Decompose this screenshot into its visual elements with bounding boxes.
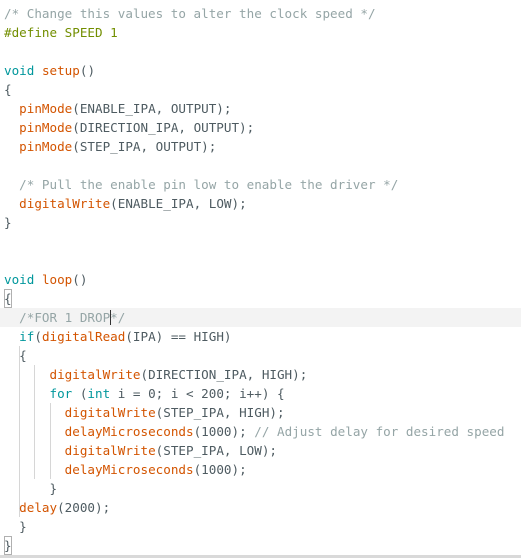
- code-token: (STEP_IPA, HIGH);: [155, 405, 285, 420]
- code-token: }: [4, 481, 58, 496]
- code-token: */: [110, 310, 126, 325]
- code-token: if: [19, 329, 35, 344]
- code-token: (1000);: [193, 424, 255, 439]
- code-line[interactable]: pinMode(ENABLE_IPA, OUTPUT);: [4, 99, 231, 118]
- code-editor[interactable]: /* Change this values to alter the clock…: [0, 0, 521, 558]
- code-line[interactable]: }: [4, 213, 12, 232]
- code-token: (: [72, 386, 88, 401]
- code-line[interactable]: digitalWrite(DIRECTION_IPA, HIGH);: [4, 365, 308, 384]
- code-token: (IPA) == HIGH): [125, 329, 232, 344]
- code-line[interactable]: }: [4, 517, 27, 536]
- code-line[interactable]: for (int i = 0; i < 200; i++) {: [4, 384, 285, 403]
- code-token: setup: [41, 63, 80, 78]
- code-token: digitalWrite: [19, 196, 111, 211]
- code-line[interactable]: void setup(): [4, 61, 95, 80]
- code-line[interactable]: delayMicroseconds(1000);: [4, 460, 247, 479]
- code-line[interactable]: {: [4, 346, 27, 365]
- code-line[interactable]: {: [4, 80, 12, 99]
- code-token: (): [72, 272, 88, 287]
- code-token: digitalWrite: [64, 443, 156, 458]
- code-token: digitalRead: [41, 329, 126, 344]
- matched-brace: {: [4, 289, 12, 308]
- code-token: (STEP_IPA, OUTPUT);: [72, 139, 217, 154]
- code-token: (STEP_IPA, LOW);: [155, 443, 277, 458]
- code-token: loop: [41, 272, 73, 287]
- code-line[interactable]: #define SPEED 1: [4, 23, 118, 42]
- code-line[interactable]: digitalWrite(STEP_IPA, LOW);: [4, 441, 277, 460]
- code-token: pinMode: [19, 139, 73, 154]
- code-line[interactable]: pinMode(DIRECTION_IPA, OUTPUT);: [4, 118, 254, 137]
- code-line[interactable]: }: [4, 536, 12, 555]
- code-token: // Adjust delay for desired speed: [254, 424, 505, 439]
- code-token: pinMode: [19, 120, 73, 135]
- code-line[interactable]: /*FOR 1 DROP*/: [4, 308, 125, 327]
- code-token: {: [4, 82, 12, 97]
- code-line[interactable]: /* Pull the enable pin low to enable the…: [4, 175, 398, 194]
- code-token: digitalWrite: [49, 367, 141, 382]
- code-token: int: [87, 386, 111, 401]
- code-token: }: [4, 519, 27, 534]
- code-line[interactable]: /* Change this values to alter the clock…: [4, 4, 376, 23]
- code-token: pinMode: [19, 101, 73, 116]
- matched-brace: }: [4, 536, 12, 555]
- code-line[interactable]: digitalWrite(ENABLE_IPA, LOW);: [4, 194, 247, 213]
- code-token: for: [49, 386, 73, 401]
- code-token: }: [4, 215, 12, 230]
- code-token: /* Pull the enable pin low to enable the…: [19, 177, 399, 192]
- code-token: delay: [19, 500, 58, 515]
- code-token: void: [4, 272, 35, 287]
- code-token: (: [34, 329, 42, 344]
- code-token: digitalWrite: [64, 405, 156, 420]
- code-token: (DIRECTION_IPA, HIGH);: [140, 367, 308, 382]
- code-token: (1000);: [193, 462, 247, 477]
- code-token: (2000);: [57, 500, 111, 515]
- code-line[interactable]: pinMode(STEP_IPA, OUTPUT);: [4, 137, 216, 156]
- code-token: {: [4, 348, 27, 363]
- code-token: i = 0; i < 200; i++) {: [110, 386, 285, 401]
- code-line[interactable]: void loop(): [4, 270, 87, 289]
- code-line[interactable]: {: [4, 289, 12, 308]
- code-token: (): [79, 63, 96, 78]
- code-line[interactable]: delay(2000);: [4, 498, 110, 517]
- code-token: /* Change this values to alter the clock…: [4, 6, 376, 21]
- code-line[interactable]: }: [4, 479, 57, 498]
- code-token: delayMicroseconds: [64, 462, 194, 477]
- code-token: (ENABLE_IPA, LOW);: [110, 196, 247, 211]
- code-line[interactable]: if(digitalRead(IPA) == HIGH): [4, 327, 232, 346]
- code-line[interactable]: digitalWrite(STEP_IPA, HIGH);: [4, 403, 285, 422]
- code-token: void: [4, 63, 35, 78]
- code-token: delayMicroseconds: [64, 424, 194, 439]
- code-token: #define SPEED 1: [4, 25, 118, 40]
- code-token: (DIRECTION_IPA, OUTPUT);: [72, 120, 255, 135]
- code-token: /*FOR 1 DROP: [19, 310, 111, 325]
- code-line[interactable]: delayMicroseconds(1000); // Adjust delay…: [4, 422, 505, 441]
- code-token: (ENABLE_IPA, OUTPUT);: [72, 101, 232, 116]
